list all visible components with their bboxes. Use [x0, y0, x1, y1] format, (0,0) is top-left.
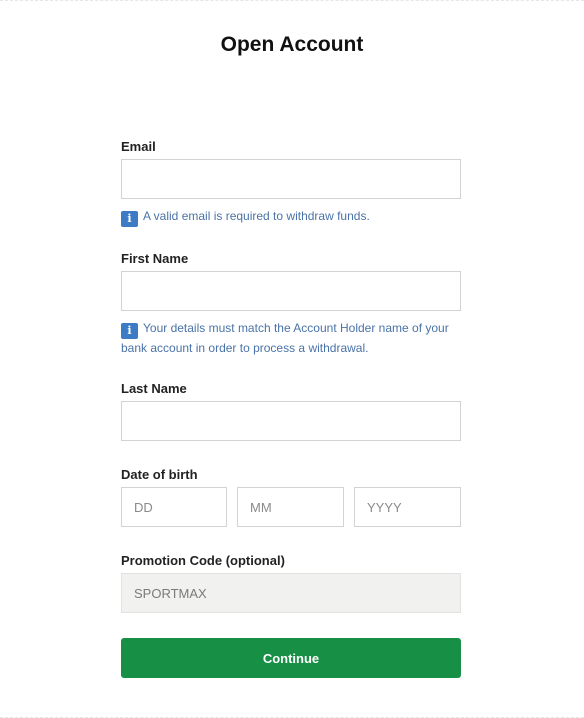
first-name-info-message: i Your details must match the Account Hol… [121, 319, 461, 358]
page-title: Open Account [220, 33, 364, 56]
dob-month-field[interactable] [237, 487, 344, 527]
date-of-birth-label: Date of birth [121, 467, 198, 482]
promotion-code-label: Promotion Code (optional) [121, 553, 285, 568]
open-account-page: Open Account Email i A valid email is req… [0, 0, 584, 718]
email-label: Email [121, 139, 156, 154]
continue-button[interactable]: Continue [121, 638, 461, 678]
dob-day-field[interactable] [121, 487, 227, 527]
first-name-info-text: Your details must match the Account Hold… [121, 321, 449, 355]
last-name-label: Last Name [121, 381, 187, 396]
info-icon: i [121, 323, 138, 339]
first-name-label: First Name [121, 251, 189, 266]
info-icon: i [121, 211, 138, 227]
dob-year-field[interactable] [354, 487, 461, 527]
email-field[interactable] [121, 159, 461, 199]
email-info-text: A valid email is required to withdraw fu… [143, 209, 370, 223]
promotion-code-field[interactable] [121, 573, 461, 613]
last-name-field[interactable] [121, 401, 461, 441]
first-name-field[interactable] [121, 271, 461, 311]
email-info-message: i A valid email is required to withdraw f… [121, 207, 461, 227]
